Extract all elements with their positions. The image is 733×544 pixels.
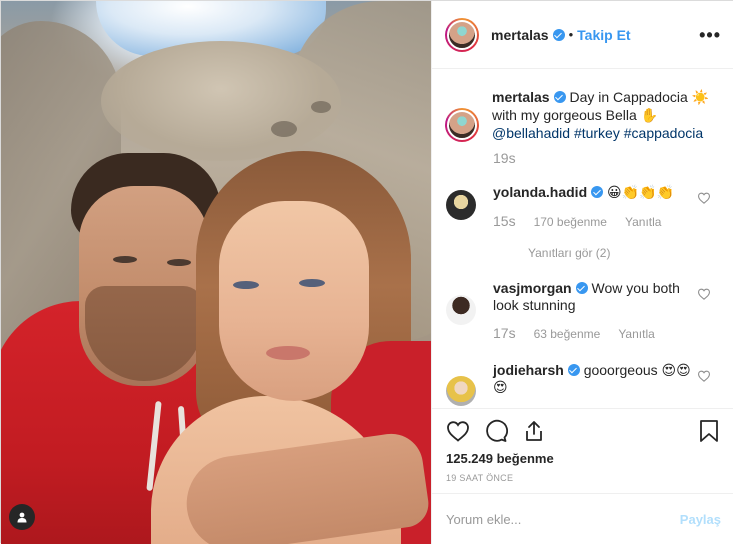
comment: yolanda.hadid 😀👏👏👏 xyxy=(493,184,693,201)
comment-username[interactable]: vasjmorgan xyxy=(493,280,572,296)
hand-emoji: ✋ xyxy=(640,107,659,123)
photo-rock-hole xyxy=(271,121,297,137)
header-separator: • xyxy=(568,27,574,42)
comment-time[interactable]: 15s xyxy=(493,213,516,229)
photo-woman-eye xyxy=(233,281,259,289)
bookmark-icon[interactable] xyxy=(697,419,721,443)
comment-username[interactable]: jodieharsh xyxy=(493,362,564,378)
comment-avatar[interactable] xyxy=(446,376,476,406)
comment-avatar[interactable] xyxy=(446,295,476,325)
hashtag-link[interactable]: #turkey xyxy=(574,125,620,141)
comment-icon[interactable] xyxy=(484,419,508,443)
comment-time[interactable]: 17s xyxy=(493,325,516,341)
more-icon[interactable]: ••• xyxy=(699,25,721,46)
heart-icon[interactable] xyxy=(446,419,470,443)
sun-emoji: ☀️ xyxy=(691,89,710,105)
heart-icon[interactable] xyxy=(697,192,711,204)
follow-button[interactable]: Takip Et xyxy=(577,27,630,43)
heart-icon[interactable] xyxy=(697,288,711,300)
comment-text: 😀👏👏👏 xyxy=(607,184,674,200)
user-tag-icon[interactable] xyxy=(9,504,35,530)
verified-icon xyxy=(591,186,604,198)
post-side-panel: mertalas • Takip Et ••• mertalas Day in … xyxy=(431,1,733,544)
verified-icon xyxy=(553,91,566,103)
post-photo[interactable] xyxy=(1,1,431,544)
comment-likes[interactable]: 63 beğenme xyxy=(534,327,601,341)
verified-icon xyxy=(552,28,565,41)
reply-button[interactable]: Yanıtla xyxy=(618,327,654,341)
photo-rock-hole xyxy=(311,101,331,113)
post-comment-button[interactable]: Paylaş xyxy=(680,512,721,527)
verified-icon xyxy=(567,364,580,376)
mention-link[interactable]: @bellahadid xyxy=(492,125,570,141)
action-icons xyxy=(446,419,546,443)
comment-username[interactable]: yolanda.hadid xyxy=(493,184,587,200)
post-actions: 125.249 beğenme 19 SAAT ÖNCE xyxy=(432,408,733,493)
photo-rock-mid xyxy=(101,41,341,161)
comments-list[interactable]: mertalas Day in Cappadocia ☀️ with my go… xyxy=(432,70,733,408)
verified-icon xyxy=(575,282,588,294)
photo-man-eye xyxy=(167,259,191,266)
caption-avatar[interactable] xyxy=(445,108,479,142)
caption-username[interactable]: mertalas xyxy=(492,89,550,105)
instagram-post: mertalas • Takip Et ••• mertalas Day in … xyxy=(0,0,733,544)
comment: jodieharsh gooorgeous 😍😍😍 xyxy=(493,362,693,396)
view-replies-label: Yanıtları gör (2) xyxy=(528,246,611,260)
author-username[interactable]: mertalas xyxy=(491,27,549,43)
caption-time[interactable]: 19s xyxy=(493,150,516,166)
likes-count[interactable]: 125.249 beğenme xyxy=(446,451,554,466)
heart-icon[interactable] xyxy=(697,370,711,382)
view-replies-button[interactable]: Yanıtları gör (2) xyxy=(528,246,610,260)
reply-button[interactable]: Yanıtla xyxy=(625,215,661,229)
post-caption: mertalas Day in Cappadocia ☀️ with my go… xyxy=(445,88,712,142)
caption-line-1: Day in Cappadocia xyxy=(569,89,688,105)
caption-text: mertalas Day in Cappadocia ☀️ with my go… xyxy=(492,88,712,142)
comment-likes[interactable]: 170 beğenme xyxy=(534,215,607,229)
comment-input[interactable] xyxy=(446,511,680,527)
photo-man-eye xyxy=(113,256,137,263)
add-comment-bar: Paylaş xyxy=(432,493,733,544)
hashtag-link[interactable]: #cappadocia xyxy=(624,125,703,141)
comment-meta: 17s 63 beğenme Yanıtla xyxy=(493,325,655,341)
posted-time[interactable]: 19 SAAT ÖNCE xyxy=(446,473,513,483)
caption-line-2: with my gorgeous Bella xyxy=(492,107,637,123)
share-icon[interactable] xyxy=(522,419,546,443)
comment-avatar[interactable] xyxy=(446,190,476,220)
comment: vasjmorgan Wow you both look stunning xyxy=(493,280,693,314)
photo-woman-eye xyxy=(299,279,325,287)
photo-woman-lips xyxy=(266,346,310,360)
photo-woman-face xyxy=(219,201,369,401)
author-avatar[interactable] xyxy=(445,17,479,52)
comment-meta: 15s 170 beğenme Yanıtla xyxy=(493,213,661,229)
post-header: mertalas • Takip Et ••• xyxy=(432,1,733,69)
